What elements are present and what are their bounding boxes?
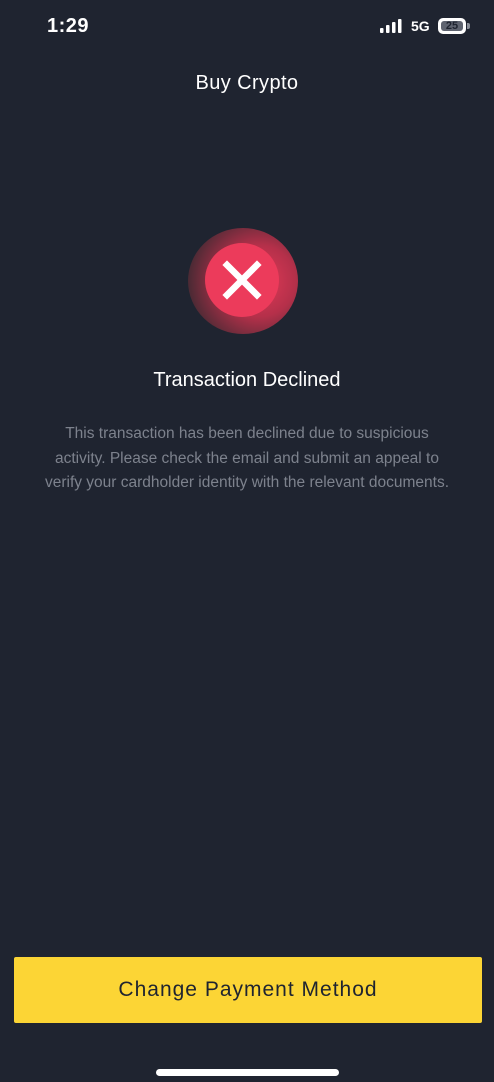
home-indicator[interactable]: [156, 1069, 339, 1076]
battery-icon: 25: [438, 18, 470, 34]
page-title: Buy Crypto: [195, 72, 299, 94]
error-icon-circle: [205, 243, 279, 317]
screen: 1:29 5G 25 Buy Crypto Transaction Declin…: [0, 0, 494, 1082]
cellular-signal-icon: [380, 19, 402, 33]
status-bar: 1:29 5G 25: [0, 0, 494, 54]
status-time: 1:29: [47, 15, 90, 37]
change-payment-method-button[interactable]: Change Payment Method: [14, 957, 482, 1023]
battery-level: 25: [445, 20, 459, 32]
result-message: This transaction has been declined due t…: [44, 425, 450, 491]
x-mark-icon: [222, 260, 262, 300]
result-title: Transaction Declined: [153, 369, 341, 391]
battery-tip: [467, 23, 470, 29]
error-x-icon: [188, 228, 298, 334]
network-label: 5G: [411, 18, 430, 34]
